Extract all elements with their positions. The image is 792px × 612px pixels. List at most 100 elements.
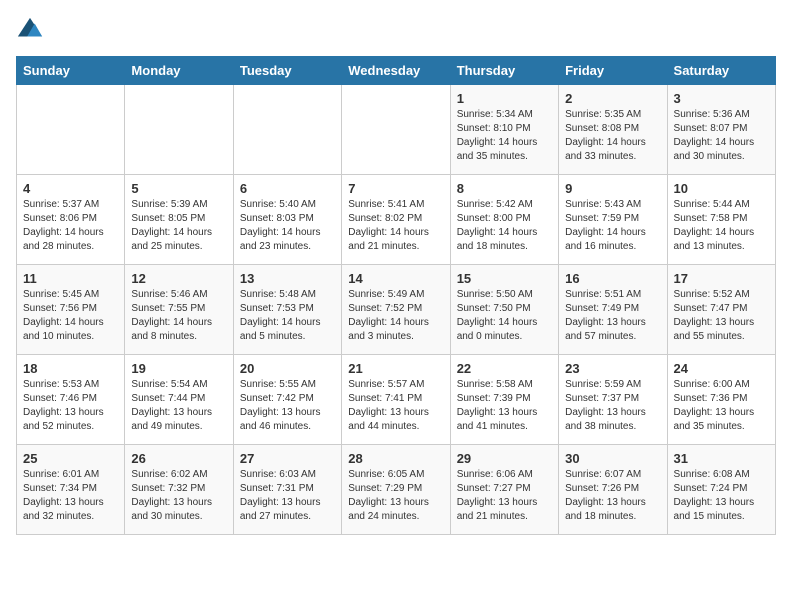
calendar-cell: 17Sunrise: 5:52 AM Sunset: 7:47 PM Dayli…: [667, 265, 775, 355]
header-saturday: Saturday: [667, 57, 775, 85]
calendar-cell: 24 Sunrise: 6:00 AM Sunset: 7:36 PM Dayli…: [667, 355, 775, 445]
day-number: 2: [565, 91, 660, 106]
day-info: Sunrise: 5:41 AM Sunset: 8:02 PM Dayligh…: [348, 198, 443, 254]
calendar-cell: 13 Sunrise: 5:48 AM Sunset: 7:53 PM Dayli…: [233, 265, 341, 355]
day-number: 15: [457, 271, 552, 286]
day-number: 8: [457, 181, 552, 196]
day-info: Sunrise: 5:50 AM Sunset: 7:50 PM Dayligh…: [457, 288, 552, 344]
day-number: 10: [674, 181, 769, 196]
day-info: Sunrise: 6:02 AM Sunset: 7:32 PM Dayligh…: [131, 468, 226, 524]
calendar-cell: 8 Sunrise: 5:42 AM Sunset: 8:00 PM Daylig…: [450, 175, 558, 265]
header-wednesday: Wednesday: [342, 57, 450, 85]
day-info: Sunrise: 5:39 AM Sunset: 8:05 PM Dayligh…: [131, 198, 226, 254]
week-row-2: 4 Sunrise: 5:37 AM Sunset: 8:06 PM Daylig…: [17, 175, 776, 265]
day-info: Sunrise: 5:59 AM Sunset: 7:37 PM Dayligh…: [565, 378, 660, 434]
header-thursday: Thursday: [450, 57, 558, 85]
calendar-cell: 6 Sunrise: 5:40 AM Sunset: 8:03 PM Daylig…: [233, 175, 341, 265]
calendar-cell: 3 Sunrise: 5:36 AM Sunset: 8:07 PM Daylig…: [667, 85, 775, 175]
day-number: 7: [348, 181, 443, 196]
calendar-cell: [125, 85, 233, 175]
day-number: 4: [23, 181, 118, 196]
day-info: Sunrise: 5:40 AM Sunset: 8:03 PM Dayligh…: [240, 198, 335, 254]
day-info: Sunrise: 5:42 AM Sunset: 8:00 PM Dayligh…: [457, 198, 552, 254]
calendar-table: SundayMondayTuesdayWednesdayThursdayFrid…: [16, 56, 776, 535]
calendar-cell: [342, 85, 450, 175]
day-number: 19: [131, 361, 226, 376]
day-number: 11: [23, 271, 118, 286]
day-info: Sunrise: 5:57 AM Sunset: 7:41 PM Dayligh…: [348, 378, 443, 434]
day-info: Sunrise: 5:49 AM Sunset: 7:52 PM Dayligh…: [348, 288, 443, 344]
day-number: 20: [240, 361, 335, 376]
week-row-5: 25 Sunrise: 6:01 AM Sunset: 7:34 PM Dayli…: [17, 445, 776, 535]
header-tuesday: Tuesday: [233, 57, 341, 85]
day-number: 3: [674, 91, 769, 106]
day-number: 1: [457, 91, 552, 106]
calendar-cell: 26 Sunrise: 6:02 AM Sunset: 7:32 PM Dayli…: [125, 445, 233, 535]
day-info: Sunrise: 6:00 AM Sunset: 7:36 PM Dayligh…: [674, 378, 769, 434]
day-number: 25: [23, 451, 118, 466]
day-number: 5: [131, 181, 226, 196]
day-info: Sunrise: 5:51 AM Sunset: 7:49 PM Dayligh…: [565, 288, 660, 344]
day-number: 30: [565, 451, 660, 466]
day-info: Sunrise: 5:34 AM Sunset: 8:10 PM Dayligh…: [457, 108, 552, 164]
calendar-cell: 29Sunrise: 6:06 AM Sunset: 7:27 PM Dayli…: [450, 445, 558, 535]
calendar-cell: 5 Sunrise: 5:39 AM Sunset: 8:05 PM Daylig…: [125, 175, 233, 265]
day-info: Sunrise: 5:52 AM Sunset: 7:47 PM Dayligh…: [674, 288, 769, 344]
day-number: 18: [23, 361, 118, 376]
day-info: Sunrise: 5:53 AM Sunset: 7:46 PM Dayligh…: [23, 378, 118, 434]
day-info: Sunrise: 5:44 AM Sunset: 7:58 PM Dayligh…: [674, 198, 769, 254]
day-number: 24: [674, 361, 769, 376]
calendar-cell: 1 Sunrise: 5:34 AM Sunset: 8:10 PM Daylig…: [450, 85, 558, 175]
day-info: Sunrise: 6:01 AM Sunset: 7:34 PM Dayligh…: [23, 468, 118, 524]
calendar-cell: 19 Sunrise: 5:54 AM Sunset: 7:44 PM Dayli…: [125, 355, 233, 445]
week-row-3: 11 Sunrise: 5:45 AM Sunset: 7:56 PM Dayli…: [17, 265, 776, 355]
page-header: [16, 16, 776, 44]
week-row-4: 18 Sunrise: 5:53 AM Sunset: 7:46 PM Dayli…: [17, 355, 776, 445]
day-info: Sunrise: 5:35 AM Sunset: 8:08 PM Dayligh…: [565, 108, 660, 164]
calendar-cell: 30 Sunrise: 6:07 AM Sunset: 7:26 PM Dayli…: [559, 445, 667, 535]
calendar-cell: 23 Sunrise: 5:59 AM Sunset: 7:37 PM Dayli…: [559, 355, 667, 445]
calendar-cell: 10 Sunrise: 5:44 AM Sunset: 7:58 PM Dayli…: [667, 175, 775, 265]
calendar-cell: 25 Sunrise: 6:01 AM Sunset: 7:34 PM Dayli…: [17, 445, 125, 535]
day-info: Sunrise: 5:48 AM Sunset: 7:53 PM Dayligh…: [240, 288, 335, 344]
header-monday: Monday: [125, 57, 233, 85]
day-info: Sunrise: 5:55 AM Sunset: 7:42 PM Dayligh…: [240, 378, 335, 434]
calendar-cell: 7 Sunrise: 5:41 AM Sunset: 8:02 PM Daylig…: [342, 175, 450, 265]
calendar-cell: 15 Sunrise: 5:50 AM Sunset: 7:50 PM Dayli…: [450, 265, 558, 355]
day-info: Sunrise: 6:08 AM Sunset: 7:24 PM Dayligh…: [674, 468, 769, 524]
day-info: Sunrise: 6:05 AM Sunset: 7:29 PM Dayligh…: [348, 468, 443, 524]
calendar-cell: 4 Sunrise: 5:37 AM Sunset: 8:06 PM Daylig…: [17, 175, 125, 265]
day-info: Sunrise: 5:58 AM Sunset: 7:39 PM Dayligh…: [457, 378, 552, 434]
logo-icon: [16, 16, 44, 44]
day-info: Sunrise: 5:45 AM Sunset: 7:56 PM Dayligh…: [23, 288, 118, 344]
calendar-cell: 14 Sunrise: 5:49 AM Sunset: 7:52 PM Dayli…: [342, 265, 450, 355]
day-info: Sunrise: 5:54 AM Sunset: 7:44 PM Dayligh…: [131, 378, 226, 434]
day-info: Sunrise: 6:06 AM Sunset: 7:27 PM Dayligh…: [457, 468, 552, 524]
calendar-cell: [17, 85, 125, 175]
calendar-cell: 12 Sunrise: 5:46 AM Sunset: 7:55 PM Dayli…: [125, 265, 233, 355]
day-info: Sunrise: 6:03 AM Sunset: 7:31 PM Dayligh…: [240, 468, 335, 524]
calendar-cell: 21Sunrise: 5:57 AM Sunset: 7:41 PM Dayli…: [342, 355, 450, 445]
day-info: Sunrise: 5:37 AM Sunset: 8:06 PM Dayligh…: [23, 198, 118, 254]
day-info: Sunrise: 6:07 AM Sunset: 7:26 PM Dayligh…: [565, 468, 660, 524]
day-info: Sunrise: 5:43 AM Sunset: 7:59 PM Dayligh…: [565, 198, 660, 254]
day-number: 26: [131, 451, 226, 466]
day-number: 28: [348, 451, 443, 466]
day-number: 23: [565, 361, 660, 376]
day-info: Sunrise: 5:46 AM Sunset: 7:55 PM Dayligh…: [131, 288, 226, 344]
calendar-cell: 20 Sunrise: 5:55 AM Sunset: 7:42 PM Dayli…: [233, 355, 341, 445]
day-number: 6: [240, 181, 335, 196]
calendar-cell: 16Sunrise: 5:51 AM Sunset: 7:49 PM Dayli…: [559, 265, 667, 355]
calendar-cell: 9 Sunrise: 5:43 AM Sunset: 7:59 PM Daylig…: [559, 175, 667, 265]
day-number: 12: [131, 271, 226, 286]
day-number: 13: [240, 271, 335, 286]
calendar-cell: 27Sunrise: 6:03 AM Sunset: 7:31 PM Dayli…: [233, 445, 341, 535]
day-info: Sunrise: 5:36 AM Sunset: 8:07 PM Dayligh…: [674, 108, 769, 164]
day-number: 14: [348, 271, 443, 286]
day-number: 22: [457, 361, 552, 376]
day-number: 9: [565, 181, 660, 196]
calendar-cell: 22 Sunrise: 5:58 AM Sunset: 7:39 PM Dayli…: [450, 355, 558, 445]
calendar-cell: 28 Sunrise: 6:05 AM Sunset: 7:29 PM Dayli…: [342, 445, 450, 535]
day-number: 31: [674, 451, 769, 466]
calendar-cell: 18 Sunrise: 5:53 AM Sunset: 7:46 PM Dayli…: [17, 355, 125, 445]
